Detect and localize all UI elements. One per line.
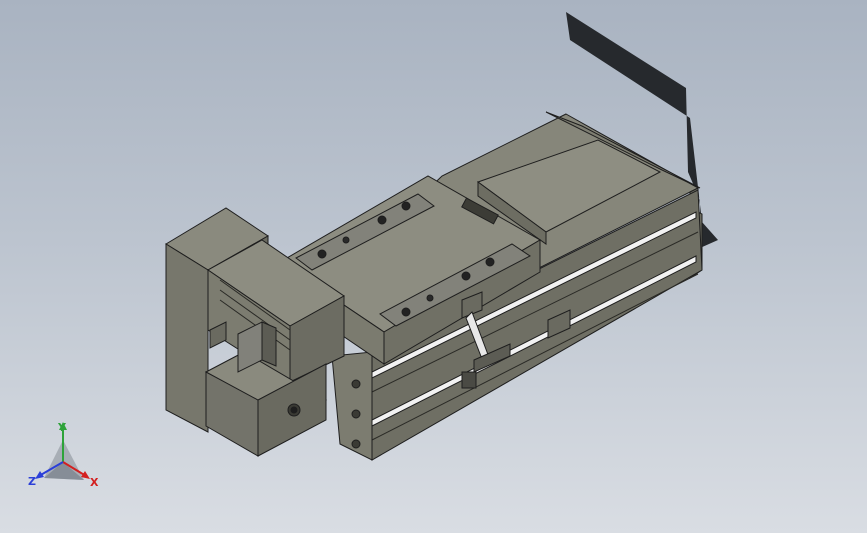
z-axis-label: Z — [28, 475, 36, 488]
3d-viewport[interactable]: Y Z X — [0, 0, 867, 533]
y-axis-label: Y — [58, 421, 66, 434]
x-axis-label: X — [90, 476, 99, 489]
linear-actuator-model[interactable] — [0, 0, 867, 533]
z-axis-arrow — [35, 471, 44, 479]
